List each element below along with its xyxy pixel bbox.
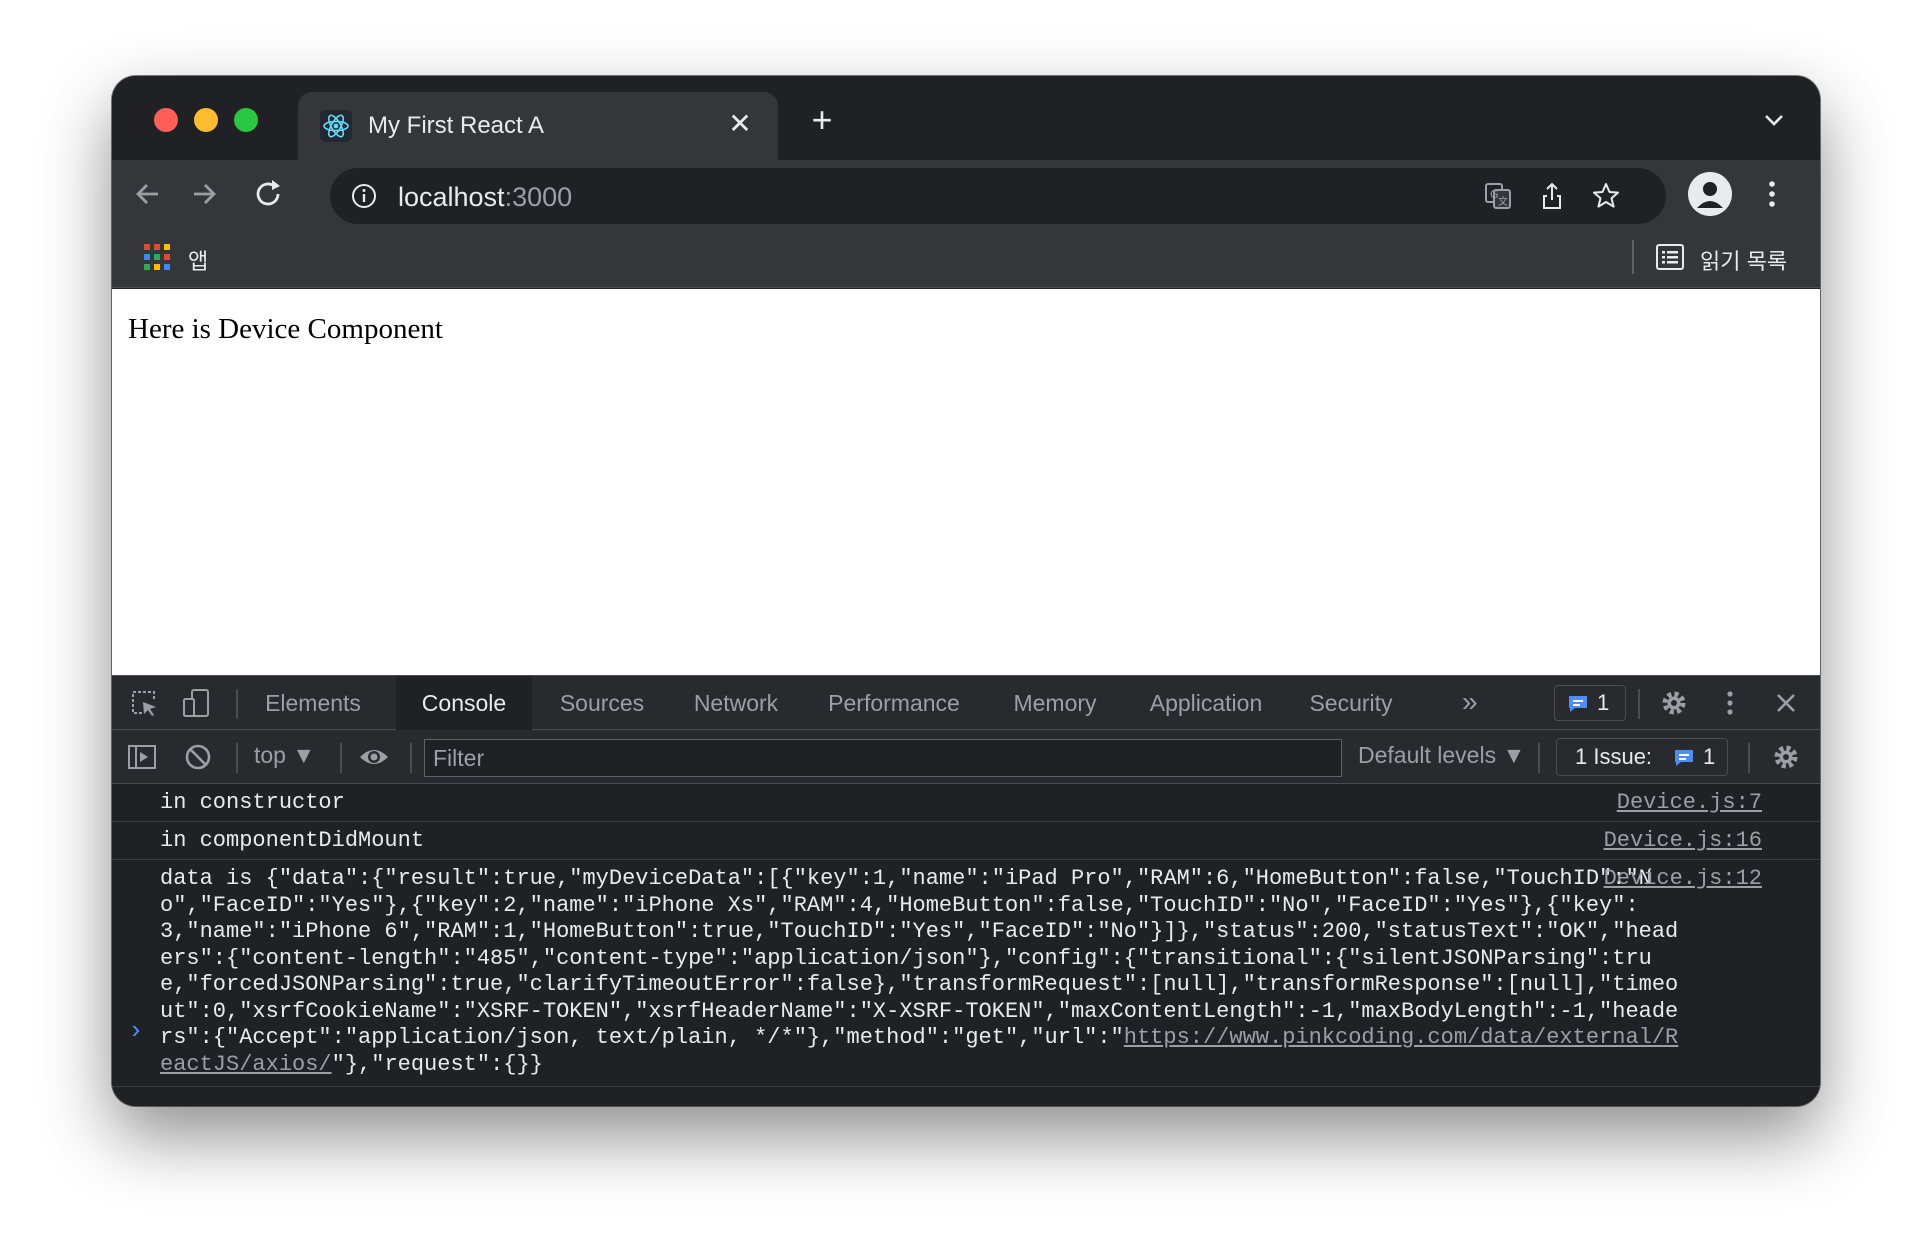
console-data-json-end: "},"request":{}}	[331, 1051, 543, 1077]
browser-menu-icon[interactable]	[1762, 174, 1782, 214]
tab-close-icon[interactable]: ✕	[722, 106, 758, 142]
apps-label[interactable]: 앱	[188, 244, 208, 276]
url-host: localhost	[398, 182, 505, 212]
tab-application[interactable]: Application	[1138, 676, 1274, 730]
tab-active[interactable]: My First React A ✕	[298, 92, 778, 160]
bookmarks-bar: 앱 읽기 목록	[112, 228, 1820, 288]
settings-gear-icon[interactable]	[1658, 687, 1690, 719]
console-filter-bar: top ▼ Default levels ▼ 1 Issue: 1	[112, 730, 1820, 784]
console-output: in constructor Device.js:7 in componentD…	[112, 784, 1820, 1087]
new-tab-button[interactable]: +	[802, 100, 842, 140]
translate-icon[interactable]: G 文	[1482, 180, 1514, 212]
address-bar[interactable]: localhost:3000 G 文	[330, 168, 1666, 224]
console-message-text: in constructor	[160, 790, 345, 815]
page-viewport: Here is Device Component	[112, 289, 1820, 675]
tab-search-chevron-icon[interactable]	[1756, 102, 1792, 138]
console-prompt-caret[interactable]: ›	[128, 1016, 144, 1046]
device-toolbar-icon[interactable]	[180, 687, 212, 719]
tab-security[interactable]: Security	[1298, 676, 1404, 730]
message-bubble-icon	[1569, 696, 1587, 712]
inspect-element-icon[interactable]	[128, 687, 160, 719]
tab-console[interactable]: Console	[396, 676, 532, 730]
console-source-link[interactable]: Device.js:12	[1604, 866, 1762, 891]
share-icon[interactable]	[1536, 180, 1568, 212]
issues-button[interactable]: 1 Issue: 1	[1556, 738, 1728, 776]
console-message: in componentDidMount Device.js:16	[112, 822, 1820, 860]
tab-sources[interactable]: Sources	[548, 676, 656, 730]
back-arrow-icon[interactable]	[128, 174, 168, 214]
levels-value: Default levels	[1358, 742, 1497, 768]
fullscreen-window-button[interactable]	[234, 108, 258, 132]
execution-context-select[interactable]: top ▼	[254, 742, 315, 769]
tabbar-separator	[236, 689, 238, 719]
show-sidebar-icon[interactable]	[126, 741, 158, 773]
console-source-link[interactable]: Device.js:16	[1604, 828, 1762, 853]
live-expression-eye-icon[interactable]	[358, 741, 390, 773]
console-message-text: data is {"data":{"result":true,"myDevice…	[112, 866, 1820, 1078]
close-window-button[interactable]	[154, 108, 178, 132]
console-settings-gear-icon[interactable]	[1770, 741, 1802, 773]
tab-network[interactable]: Network	[680, 676, 792, 730]
issues-counter-button[interactable]: 1	[1554, 685, 1626, 721]
profile-avatar[interactable]	[1688, 172, 1732, 216]
browser-window: My First React A ✕ + localhost:3000 G 文 …	[112, 76, 1820, 1106]
clear-console-icon[interactable]	[182, 741, 214, 773]
close-devtools-icon[interactable]	[1770, 687, 1802, 719]
tab-title: My First React A	[368, 112, 545, 139]
url-port: :3000	[504, 182, 573, 212]
url-text[interactable]: localhost:3000	[398, 182, 572, 213]
reload-icon[interactable]	[248, 174, 288, 214]
filterbar-separator	[236, 743, 238, 773]
reading-list-label[interactable]: 읽기 목록	[1700, 244, 1787, 276]
console-message-text: in componentDidMount	[160, 828, 425, 853]
console-message: in constructor Device.js:7	[112, 784, 1820, 822]
site-info-icon[interactable]	[350, 182, 378, 210]
issues-label: 1 Issue:	[1575, 744, 1653, 769]
message-bubble-icon	[1675, 750, 1693, 766]
console-message: data is {"data":{"result":true,"myDevice…	[112, 860, 1820, 1087]
tab-memory[interactable]: Memory	[998, 676, 1112, 730]
minimize-window-button[interactable]	[194, 108, 218, 132]
browser-toolbar: localhost:3000 G 文	[112, 160, 1820, 228]
tab-strip: My First React A ✕ +	[112, 76, 1820, 160]
bookmark-star-icon[interactable]	[1590, 180, 1622, 212]
person-icon	[1688, 172, 1732, 216]
page-heading: Here is Device Component	[128, 313, 443, 345]
filterbar-separator	[410, 743, 412, 773]
filterbar-separator	[340, 743, 342, 773]
devtools-panel: Elements Console Sources Network Perform…	[112, 675, 1820, 1106]
react-favicon-icon	[320, 110, 352, 142]
tabbar-separator	[1638, 689, 1640, 719]
issues-count: 1	[1597, 690, 1610, 715]
filterbar-separator	[1538, 743, 1540, 773]
context-value: top	[254, 742, 286, 768]
console-source-link[interactable]: Device.js:7	[1617, 790, 1762, 815]
devtools-tabbar: Elements Console Sources Network Perform…	[112, 676, 1820, 730]
filterbar-separator	[1748, 743, 1750, 773]
tab-performance[interactable]: Performance	[816, 676, 972, 730]
forward-arrow-icon[interactable]	[184, 174, 224, 214]
svg-text:文: 文	[1498, 195, 1508, 208]
log-levels-dropdown[interactable]: Default levels ▼	[1358, 742, 1525, 769]
apps-grid-icon[interactable]	[142, 242, 172, 272]
console-filter-input[interactable]	[424, 739, 1342, 777]
tab-elements[interactable]: Elements	[254, 676, 372, 730]
more-tabs-chevron[interactable]: »	[1462, 686, 1478, 718]
reading-list-icon[interactable]	[1654, 242, 1686, 272]
bookmarks-divider	[1632, 240, 1634, 274]
devtools-menu-icon[interactable]	[1714, 687, 1746, 719]
console-data-json: data is {"data":{"result":true,"myDevice…	[160, 866, 1679, 1050]
issues-button-count: 1	[1703, 744, 1716, 769]
